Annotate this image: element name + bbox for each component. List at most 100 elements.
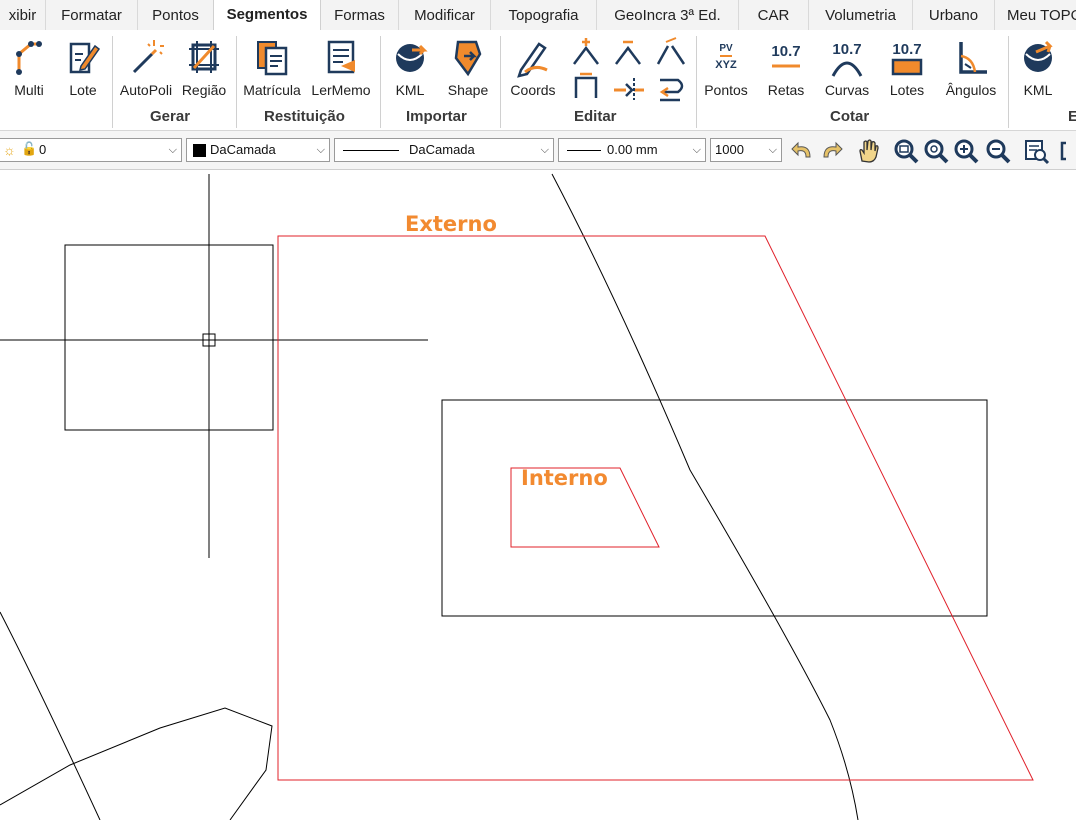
lineweight-select[interactable]: 0.00 mm ⌵	[558, 138, 706, 162]
tab-topografia[interactable]: Topografia	[491, 0, 597, 30]
angle-icon	[959, 42, 987, 74]
retas-dimension-icon: 10.7	[771, 43, 801, 68]
curvas-button[interactable]: 10.7 Curvas	[822, 36, 872, 98]
group-restituicao: Restituição	[264, 108, 345, 125]
break-segment-icon[interactable]	[656, 37, 686, 65]
retas-label: Retas	[767, 82, 805, 98]
property-toolbar: ☼ 🔓 0 ⌵ DaCamada ⌵ DaCamada ⌵ 0.00 mm ⌵ …	[0, 131, 1076, 170]
layer-value: 0	[39, 142, 47, 157]
coords-pencil-icon	[517, 42, 548, 78]
coords-button[interactable]: Coords	[508, 36, 558, 98]
zoom-extents-icon[interactable]	[922, 137, 950, 165]
externo-label: Externo	[405, 212, 497, 236]
angulos-button[interactable]: Ângulos	[942, 36, 1000, 98]
tab-urbano[interactable]: Urbano	[913, 0, 995, 30]
globe-export-icon	[1024, 40, 1053, 72]
externo-polygon[interactable]	[277, 235, 1034, 781]
black-curve-line[interactable]	[551, 173, 859, 820]
layer-select[interactable]: ☼ 🔓 0 ⌵	[0, 138, 182, 162]
tab-car[interactable]: CAR	[739, 0, 809, 30]
tab-formas[interactable]: Formas	[321, 0, 399, 30]
retas-num-text: 10.7	[771, 43, 800, 60]
linetype-select[interactable]: DaCamada ⌵	[334, 138, 554, 162]
group-separator	[500, 36, 501, 128]
lotes-num-text: 10.7	[892, 41, 921, 58]
scale-select[interactable]: 1000 ⌵	[710, 138, 782, 162]
kml-import-button[interactable]: KML	[388, 36, 432, 98]
group-editar: Editar	[574, 108, 617, 125]
delete-vertex-icon[interactable]	[615, 40, 641, 65]
undo-icon[interactable]	[788, 137, 816, 165]
vertex-edit-icons	[573, 37, 686, 102]
tab-segmentos[interactable]: Segmentos	[213, 0, 321, 30]
magic-wand-icon	[132, 40, 164, 74]
interno-label: Interno	[521, 466, 608, 490]
zoom-in-icon[interactable]	[952, 137, 980, 165]
color-select[interactable]: DaCamada ⌵	[186, 138, 330, 162]
matricula-document-icon	[257, 41, 288, 76]
black-rectangle[interactable]	[441, 399, 988, 617]
black-polyline-bottom[interactable]	[0, 707, 273, 820]
insert-vertex-icon[interactable]	[573, 38, 599, 65]
redo-icon[interactable]	[818, 137, 846, 165]
tab-pontos[interactable]: Pontos	[138, 0, 214, 30]
pontos-label: Pontos	[704, 82, 748, 98]
pontos-cotar-button[interactable]: PV XYZ Pontos	[702, 36, 750, 98]
ribbon-tab-bar: xibir Formatar Pontos Segmentos Formas M…	[0, 0, 1076, 31]
lote-button[interactable]: Lote	[62, 36, 104, 98]
crosshair-cursor	[0, 174, 428, 558]
lotes-dimension-icon: 10.7	[891, 41, 923, 76]
join-segment-icon[interactable]	[614, 78, 644, 100]
group-gerar: Gerar	[150, 108, 191, 125]
tab-geoincra[interactable]: GeoIncra 3ª Ed.	[597, 0, 739, 30]
lote-edit-icon	[69, 42, 101, 74]
kml-import-label: KML	[395, 82, 425, 98]
tab-modificar[interactable]: Modificar	[399, 0, 491, 30]
kml-export-label: KML	[1023, 82, 1053, 98]
group-separator	[1008, 36, 1009, 128]
zoom-window-icon[interactable]	[892, 137, 920, 165]
chevron-down-icon: ⌵	[692, 144, 701, 156]
group-extra: E	[1068, 108, 1076, 125]
properties-search-icon[interactable]	[1022, 137, 1050, 165]
lotes-button[interactable]: 10.7 Lotes	[884, 36, 930, 98]
tab-exibir[interactable]: xibir	[0, 0, 46, 30]
lermemo-memo-icon	[327, 40, 355, 74]
shape-label: Shape	[447, 82, 489, 98]
matricula-button[interactable]: Matrícula	[242, 36, 302, 98]
autopoli-label: AutoPoli	[119, 82, 173, 98]
multi-polyline-icon	[16, 41, 42, 75]
overflow-tool-icon[interactable]	[1058, 137, 1076, 165]
black-line-left[interactable]	[0, 611, 101, 820]
drawing-canvas[interactable]: Externo Interno	[0, 170, 1076, 820]
autopoli-button[interactable]: AutoPoli	[118, 36, 174, 98]
lotes-label: Lotes	[889, 82, 925, 98]
tab-volumetria[interactable]: Volumetria	[809, 0, 913, 30]
multi-button[interactable]: Multi	[8, 36, 50, 98]
region-icon	[189, 41, 219, 73]
regiao-button[interactable]: Região	[180, 36, 228, 98]
zoom-out-icon[interactable]	[984, 137, 1012, 165]
chevron-down-icon: ⌵	[768, 144, 777, 156]
chevron-down-icon: ⌵	[540, 144, 549, 156]
scale-value: 1000	[715, 142, 744, 157]
angulos-label: Ângulos	[945, 82, 997, 98]
pv-text: PV	[719, 43, 733, 54]
lineweight-value: 0.00 mm	[607, 142, 658, 157]
drawing-svg[interactable]	[0, 170, 1076, 820]
xyz-text: XYZ	[715, 59, 737, 71]
lermemo-button[interactable]: LerMemo	[308, 36, 374, 98]
move-vertex-icon[interactable]	[574, 72, 598, 98]
lineweight-preview	[567, 150, 601, 151]
tab-meu-topo[interactable]: Meu TOPO	[995, 0, 1076, 30]
curvas-label: Curvas	[824, 82, 870, 98]
retas-button[interactable]: 10.7 Retas	[762, 36, 810, 98]
shape-button[interactable]: Shape	[444, 36, 492, 98]
curvas-num-text: 10.7	[832, 41, 861, 58]
tab-formatar[interactable]: Formatar	[46, 0, 138, 30]
multi-label: Multi	[14, 82, 44, 98]
linetype-preview	[343, 150, 399, 151]
pan-hand-icon[interactable]	[854, 137, 882, 165]
reverse-direction-icon[interactable]	[659, 78, 684, 102]
kml-export-button[interactable]: KML	[1016, 36, 1060, 98]
